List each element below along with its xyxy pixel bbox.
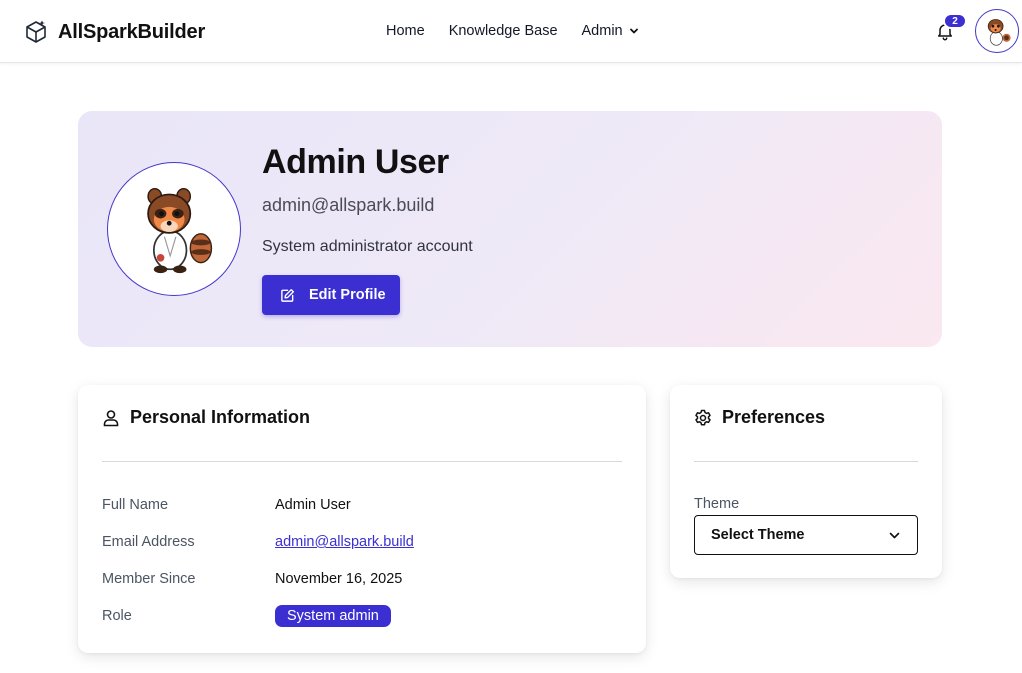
nav-home[interactable]: Home (386, 23, 425, 39)
gear-icon (695, 409, 711, 425)
raccoon-avatar-icon (987, 19, 1011, 46)
member-since-label: Member Since (102, 571, 196, 587)
brand[interactable]: AllSparkBuilder (24, 18, 205, 46)
top-navbar: AllSparkBuilder Home Knowledge Base Admi… (0, 0, 1022, 63)
notification-count-badge: 2 (943, 13, 967, 29)
info-row-member-since: Member Since November 16, 2025 (102, 568, 402, 590)
theme-select[interactable]: Select Theme (694, 515, 918, 555)
info-row-role: Role System admin (102, 605, 391, 627)
theme-select-value: Select Theme (711, 527, 805, 543)
preferences-card: Preferences Theme Select Theme (670, 385, 942, 578)
preferences-header: Preferences (694, 407, 825, 428)
member-since-value: November 16, 2025 (275, 571, 403, 587)
personal-information-header: Personal Information (102, 407, 310, 428)
info-row-email: Email Address admin@allspark.build (102, 531, 414, 553)
user-avatar-button[interactable] (975, 9, 1019, 53)
nav-admin-label: Admin (581, 23, 623, 39)
profile-description: System administrator account (262, 238, 473, 255)
profile-hero-card: Admin User admin@allspark.build System a… (78, 111, 942, 347)
edit-profile-button[interactable]: Edit Profile (262, 275, 400, 315)
edit-profile-label: Edit Profile (309, 287, 386, 303)
info-row-full-name: Full Name Admin User (102, 494, 351, 516)
nav-knowledge-base[interactable]: Knowledge Base (449, 23, 558, 39)
profile-email: admin@allspark.build (262, 195, 435, 215)
email-label: Email Address (102, 534, 195, 550)
section-divider (694, 461, 918, 462)
cube-icon (26, 20, 46, 43)
preferences-title: Preferences (722, 407, 826, 427)
personal-information-title: Personal Information (130, 407, 311, 427)
chevron-down-icon (889, 532, 900, 538)
brand-name: AllSparkBuilder (58, 20, 206, 43)
email-link[interactable]: admin@allspark.build (275, 534, 414, 550)
main-nav: Home Knowledge Base Admin (386, 20, 639, 42)
section-divider (102, 461, 622, 462)
chevron-down-icon (629, 28, 638, 34)
edit-icon (281, 288, 295, 302)
user-icon (103, 409, 119, 426)
role-badge: System admin (275, 605, 391, 627)
personal-information-card: Personal Information Full Name Admin Use… (78, 385, 646, 653)
role-label: Role (102, 608, 132, 624)
nav-admin-dropdown[interactable]: Admin (582, 23, 639, 39)
profile-name: Admin User (262, 143, 449, 181)
theme-label: Theme (694, 496, 740, 512)
profile-avatar (107, 162, 241, 296)
full-name-value: Admin User (275, 497, 351, 513)
full-name-label: Full Name (102, 497, 169, 513)
raccoon-avatar-icon (147, 187, 213, 274)
